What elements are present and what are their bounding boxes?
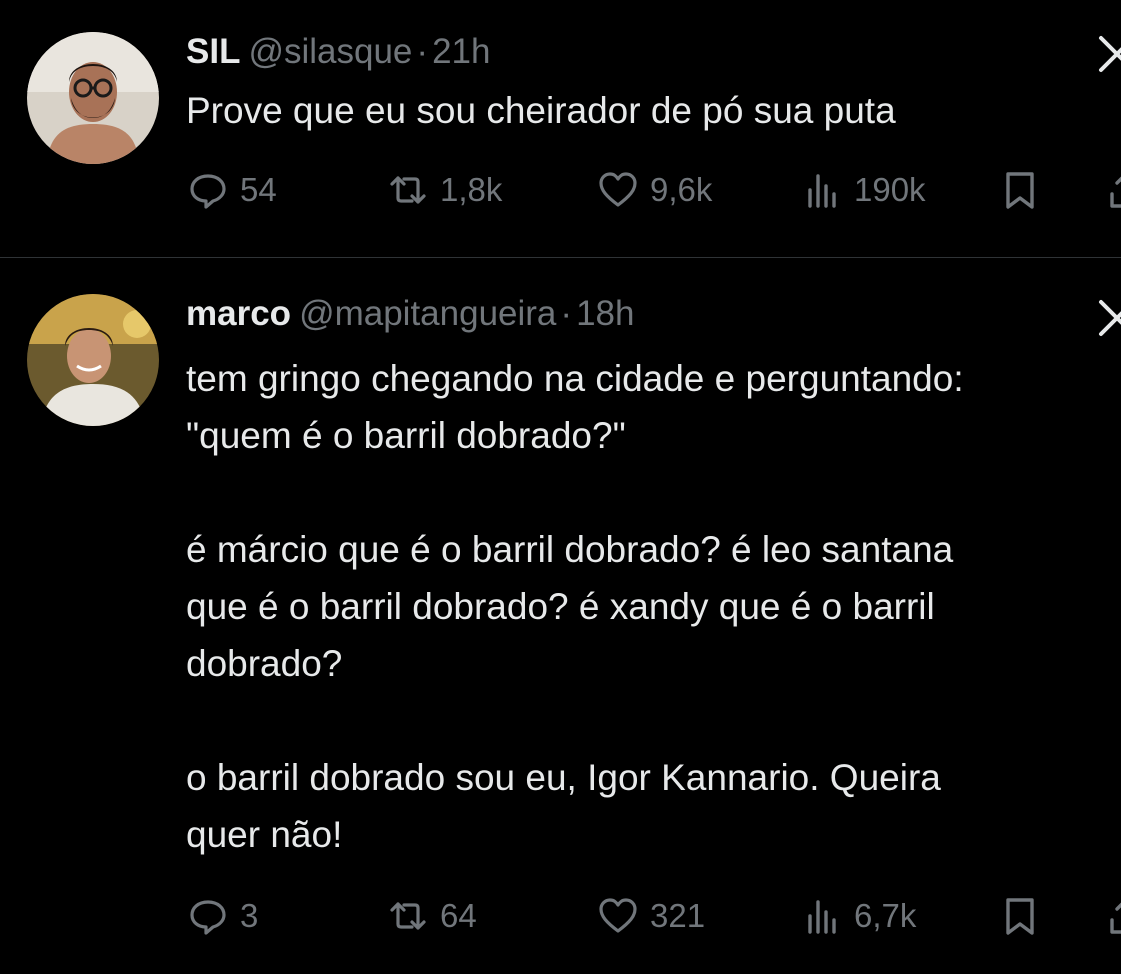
- views-icon: [808, 900, 836, 934]
- share-button[interactable]: [1104, 166, 1121, 214]
- views-button[interactable]: 6,7k: [800, 892, 916, 940]
- bookmark-button[interactable]: [998, 892, 1042, 940]
- separator: ·: [416, 32, 429, 71]
- like-button[interactable]: 321: [596, 892, 705, 940]
- like-count: 9,6k: [650, 171, 713, 208]
- timestamp[interactable]: 18h: [576, 294, 634, 333]
- views-icon: [808, 174, 836, 208]
- reply-button[interactable]: 3: [186, 892, 258, 940]
- timestamp[interactable]: 21h: [432, 32, 490, 71]
- bookmark-icon: [1006, 898, 1034, 935]
- tweet-header: SIL @silasque · 21h: [186, 32, 1121, 72]
- views-count: 6,7k: [854, 897, 917, 934]
- user-handle[interactable]: @silasque: [248, 32, 412, 71]
- like-button[interactable]: 9,6k: [596, 166, 712, 214]
- action-bar: 3 64 321 6,7k: [186, 892, 1121, 940]
- tweet-text: tem gringo chegando na cidade e pergunta…: [186, 358, 964, 855]
- user-handle[interactable]: @mapitangueira: [299, 294, 556, 333]
- like-icon: [599, 898, 637, 933]
- retweet-button[interactable]: 64: [386, 892, 477, 940]
- reply-icon: [190, 900, 226, 935]
- like-icon: [599, 172, 637, 207]
- display-name[interactable]: marco: [186, 294, 291, 333]
- retweet-icon: [390, 902, 426, 930]
- retweet-button[interactable]: 1,8k: [386, 166, 502, 214]
- reply-count: 3: [240, 897, 259, 934]
- separator: ·: [560, 294, 573, 333]
- like-count: 321: [650, 897, 706, 934]
- retweet-icon: [390, 176, 426, 204]
- reply-icon: [190, 174, 226, 209]
- reply-count: 54: [240, 171, 277, 208]
- display-name[interactable]: SIL: [186, 32, 240, 71]
- tweet-header: marco @mapitangueira · 18h: [186, 294, 1121, 334]
- share-icon: [1110, 902, 1121, 934]
- bookmark-button[interactable]: [998, 166, 1042, 214]
- tweet[interactable]: SIL @silasque · 21h Prove que eu sou cheira…: [0, 0, 1121, 258]
- retweet-count: 1,8k: [440, 171, 503, 208]
- share-button[interactable]: [1104, 892, 1121, 940]
- tweet-text: Prove que eu sou cheirador de pó sua put…: [186, 90, 896, 131]
- tweet[interactable]: marco @mapitangueira · 18h tem gringo chega…: [0, 258, 1121, 974]
- x-logo-icon: [1095, 32, 1121, 76]
- x-logo-icon: [1095, 296, 1121, 340]
- bookmark-icon: [1006, 172, 1034, 209]
- share-icon: [1110, 176, 1121, 208]
- avatar[interactable]: [27, 32, 159, 164]
- views-button[interactable]: 190k: [800, 166, 926, 214]
- views-count: 190k: [854, 171, 926, 208]
- retweet-count: 64: [440, 897, 477, 934]
- avatar[interactable]: [27, 294, 159, 426]
- action-bar: 54 1,8k 9,6k 190k: [186, 166, 1121, 214]
- reply-button[interactable]: 54: [186, 166, 277, 214]
